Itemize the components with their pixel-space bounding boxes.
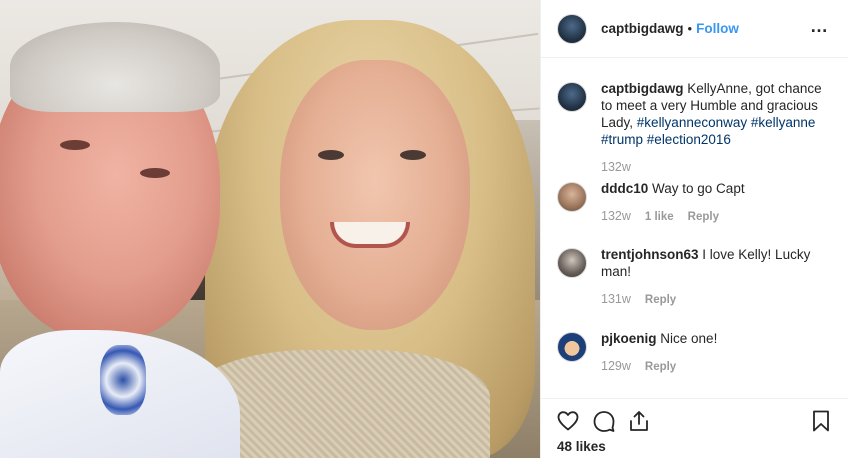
comment-body: dddc10 Way to go Capt 132w 1 like Reply xyxy=(601,180,835,223)
photo-man-tie xyxy=(100,345,146,415)
caption-timestamp[interactable]: 132w xyxy=(601,160,631,174)
header-username[interactable]: captbigdawg xyxy=(601,21,684,36)
instagram-post: captbigdawg • Follow … captbigdawg Kelly… xyxy=(0,0,848,458)
comment-username[interactable]: trentjohnson63 xyxy=(601,247,699,262)
post-photo[interactable] xyxy=(0,0,540,458)
bookmark-icon[interactable] xyxy=(809,409,833,433)
photo-woman-eye xyxy=(400,150,426,160)
comment-timestamp[interactable]: 129w xyxy=(601,359,631,373)
commenter-avatar-icon[interactable] xyxy=(557,332,587,362)
photo-woman-eye xyxy=(318,150,344,160)
comment-message: Way to go Capt xyxy=(652,181,745,196)
caption-meta: 132w xyxy=(601,160,835,174)
commenter-avatar-icon[interactable] xyxy=(557,182,587,212)
photo-man-eye xyxy=(60,140,90,150)
comment-timestamp[interactable]: 131w xyxy=(601,292,631,306)
reply-button[interactable]: Reply xyxy=(688,211,719,223)
comment-username[interactable]: dddc10 xyxy=(601,181,648,196)
comment-likes-link[interactable]: 1 like xyxy=(645,211,674,223)
comment-body: pjkoenig Nice one! 129w Reply xyxy=(601,330,835,373)
list-item: trentjohnson63 I love Kelly! Lucky man! … xyxy=(557,246,837,306)
photo-man-eye xyxy=(140,168,170,178)
list-item: pjkoenig Nice one! 129w Reply xyxy=(557,330,837,373)
caption-text: captbigdawg KellyAnne, got chance to mee… xyxy=(601,80,835,148)
caption-avatar-icon[interactable] xyxy=(557,82,587,112)
header-separator: • xyxy=(687,21,693,36)
more-options-icon[interactable]: … xyxy=(810,16,829,37)
heart-icon[interactable] xyxy=(556,409,580,433)
comment-meta: 132w 1 like Reply xyxy=(601,209,835,223)
comments-list[interactable]: captbigdawg KellyAnne, got chance to mee… xyxy=(541,58,848,398)
post-header: captbigdawg • Follow … xyxy=(541,0,848,58)
comment-text: pjkoenig Nice one! xyxy=(601,330,835,347)
likes-count[interactable]: 48 likes xyxy=(557,439,606,454)
comment-text: dddc10 Way to go Capt xyxy=(601,180,835,197)
comment-meta: 131w Reply xyxy=(601,292,835,306)
hashtag-link[interactable]: #election2016 xyxy=(647,132,731,147)
caption-comment: captbigdawg KellyAnne, got chance to mee… xyxy=(557,80,837,174)
reply-button[interactable]: Reply xyxy=(645,361,676,373)
comment-icon[interactable] xyxy=(592,409,616,433)
share-icon[interactable] xyxy=(627,409,651,433)
follow-button[interactable]: Follow xyxy=(696,21,739,36)
post-actions-bar: 48 likes xyxy=(541,398,848,458)
post-side-panel: captbigdawg • Follow … captbigdawg Kelly… xyxy=(540,0,848,458)
photo-woman-face xyxy=(280,60,470,330)
list-item: dddc10 Way to go Capt 132w 1 like Reply xyxy=(557,180,837,223)
hashtag-link[interactable]: #trump xyxy=(601,132,643,147)
comment-message: Nice one! xyxy=(660,331,718,346)
hashtag-link[interactable]: #kellyanneconway xyxy=(637,115,747,130)
comment-body: trentjohnson63 I love Kelly! Lucky man! … xyxy=(601,246,835,306)
reply-button[interactable]: Reply xyxy=(645,294,676,306)
caption-username[interactable]: captbigdawg xyxy=(601,81,684,96)
hashtag-link[interactable]: #kellyanne xyxy=(751,115,816,130)
photo-man-hair xyxy=(10,22,220,112)
comment-text: trentjohnson63 I love Kelly! Lucky man! xyxy=(601,246,835,280)
caption-body: captbigdawg KellyAnne, got chance to mee… xyxy=(601,80,835,174)
commenter-avatar-icon[interactable] xyxy=(557,248,587,278)
comment-timestamp[interactable]: 132w xyxy=(601,209,631,223)
profile-avatar-icon[interactable] xyxy=(557,13,587,44)
comment-meta: 129w Reply xyxy=(601,359,835,373)
comment-username[interactable]: pjkoenig xyxy=(601,331,657,346)
